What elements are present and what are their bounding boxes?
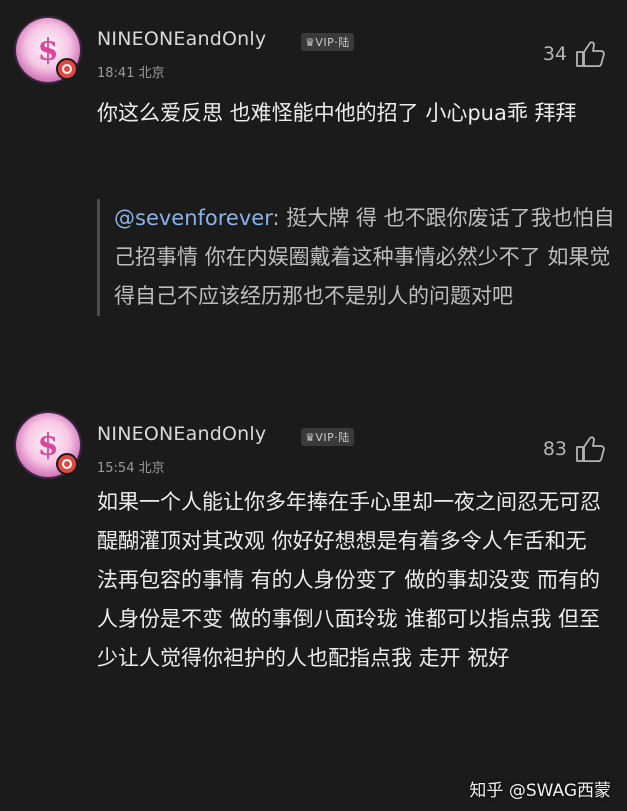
comment-text: 你这么爱反思 也难怪能中他的招了 小心pua乖 拜拜 bbox=[97, 101, 577, 125]
quoted-reply: @sevenforever: 挺大牌 得 也不跟你废话了我也怕自己招事情 你在内… bbox=[97, 199, 624, 316]
thumbs-up-icon[interactable] bbox=[575, 40, 605, 68]
username[interactable]: NINEONEandOnly bbox=[97, 28, 266, 50]
avatar[interactable]: $ bbox=[16, 18, 80, 82]
comment-time: 15:54 bbox=[97, 461, 135, 476]
comment-time: 18:41 bbox=[97, 66, 135, 81]
username[interactable]: NINEONEandOnly bbox=[97, 423, 266, 445]
comment-meta: 18:41 北京 bbox=[97, 62, 165, 81]
location-badge-icon bbox=[56, 453, 78, 475]
location-badge-icon bbox=[56, 58, 78, 80]
comment-meta: 15:54 北京 bbox=[97, 457, 165, 476]
like-count: 83 bbox=[542, 438, 567, 460]
comment-text: 如果一个人能让你多年捧在手心里却一夜之间忍无可忍醍醐灌顶对其改观 你好好想想是有… bbox=[97, 490, 601, 670]
like-button[interactable]: 83 bbox=[543, 435, 605, 463]
mention-link[interactable]: @sevenforever bbox=[114, 206, 272, 230]
like-button[interactable]: 34 bbox=[543, 40, 605, 68]
thumbs-up-icon[interactable] bbox=[575, 435, 605, 463]
vip-badge: ♛VIP·陆 bbox=[301, 33, 354, 51]
avatar[interactable]: $ bbox=[16, 413, 80, 477]
watermark: 知乎 @SWAG西蒙 bbox=[469, 781, 611, 801]
vip-badge: ♛VIP·陆 bbox=[301, 428, 354, 446]
comment-item: $ NINEONEandOnly ♛VIP·陆 15:54 北京 83 如果一个… bbox=[0, 395, 627, 811]
like-count: 34 bbox=[542, 43, 567, 65]
comment-location: 北京 bbox=[138, 461, 165, 476]
comment-item: $ NINEONEandOnly ♛VIP·陆 18:41 北京 34 你这么爱… bbox=[0, 0, 627, 395]
comment-location: 北京 bbox=[138, 66, 165, 81]
